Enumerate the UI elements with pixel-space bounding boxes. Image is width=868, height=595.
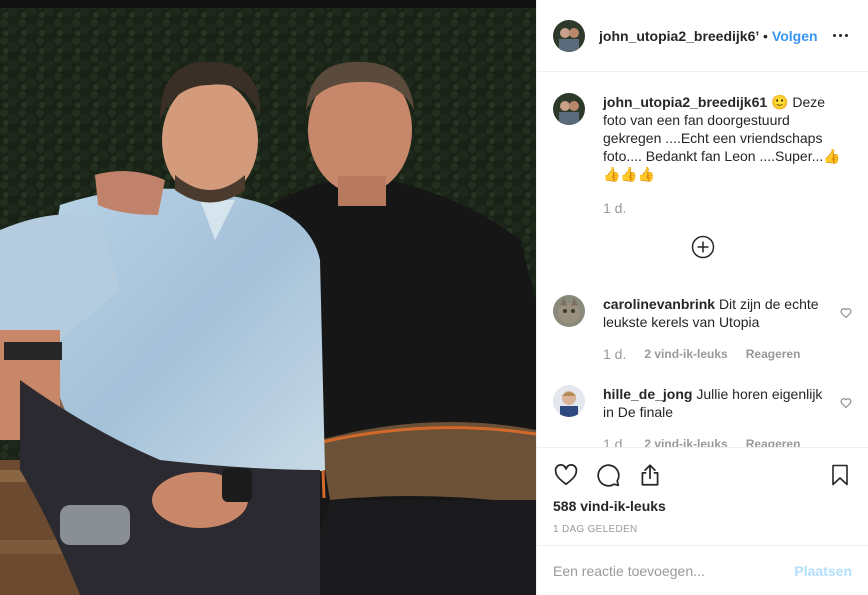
post-photo[interactable] — [0, 0, 536, 595]
comment-time[interactable]: 1 d. — [603, 435, 626, 447]
heart-icon[interactable] — [840, 397, 852, 409]
reply-button[interactable]: Reageren — [746, 345, 801, 363]
comment-likes[interactable]: 2 vind-ik-leuks — [644, 345, 727, 363]
follow-button[interactable]: Volgen — [772, 28, 818, 44]
comment-item: carolinevanbrink Dit zijn de echte leuks… — [553, 295, 852, 363]
comment-icon[interactable] — [595, 462, 621, 488]
post-image — [0, 0, 536, 595]
comment-username[interactable]: hille_de_jong — [603, 386, 692, 402]
comment-time[interactable]: 1 d. — [603, 345, 626, 363]
share-icon[interactable] — [637, 462, 663, 488]
post-date[interactable]: 1 DAG GELEDEN — [553, 524, 852, 535]
more-options-icon[interactable] — [829, 30, 852, 41]
bookmark-icon[interactable] — [828, 462, 852, 488]
avatar[interactable] — [553, 385, 585, 417]
plus-circle-icon — [691, 235, 714, 259]
caption-time[interactable]: 1 d. — [603, 199, 626, 217]
comment-likes[interactable]: 2 vind-ik-leuks — [644, 435, 727, 447]
comment-username[interactable]: carolinevanbrink — [603, 296, 715, 312]
post-comment-button[interactable]: Plaatsen — [794, 563, 852, 579]
caption: john_utopia2_breedijk61 🙂 Deze foto van … — [553, 73, 852, 217]
reply-button[interactable]: Reageren — [746, 435, 801, 447]
header-username[interactable]: john_utopia2_breedijk6’ — [599, 28, 759, 44]
add-comment-bar: Plaatsen — [537, 545, 868, 595]
comments-list[interactable]: john_utopia2_breedijk61 🙂 Deze foto van … — [537, 73, 868, 447]
likes-count[interactable]: 588 vind-ik-leuks — [553, 498, 852, 514]
post-header: john_utopia2_breedijk6’ • Volgen — [537, 0, 868, 72]
heart-icon[interactable] — [840, 307, 852, 319]
load-more-comments-button[interactable] — [553, 227, 852, 267]
heart-icon[interactable] — [553, 462, 579, 488]
comment-input[interactable] — [553, 562, 795, 579]
separator-dot: • — [763, 27, 768, 44]
caption-username[interactable]: john_utopia2_breedijk61 — [603, 94, 767, 110]
avatar[interactable] — [553, 295, 585, 327]
avatar[interactable] — [553, 93, 585, 125]
comment-item: hille_de_jong Jullie horen eigenlijk in … — [553, 385, 852, 447]
post-side-panel: john_utopia2_breedijk6’ • Volgen john_ut… — [536, 0, 868, 595]
avatar[interactable] — [553, 19, 585, 52]
post-actions: 588 vind-ik-leuks 1 DAG GELEDEN — [537, 447, 868, 535]
